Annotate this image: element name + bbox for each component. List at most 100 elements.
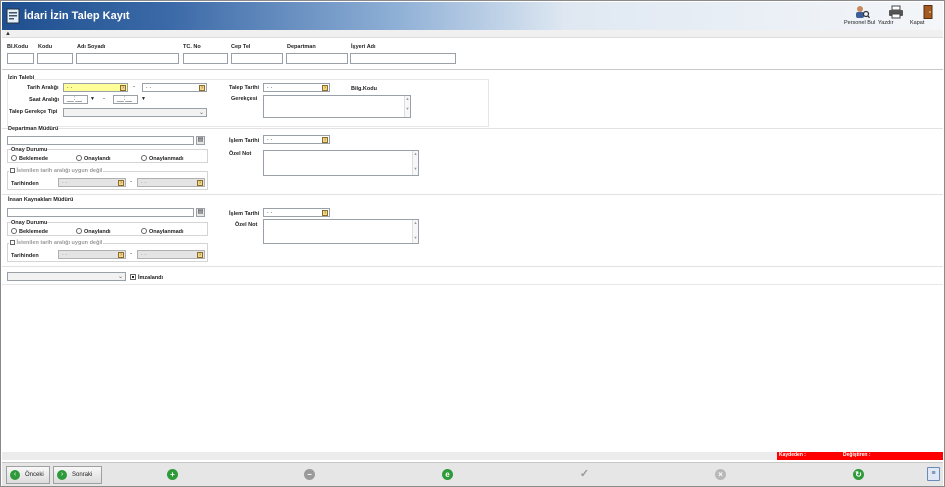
tcno-input[interactable] [183,53,228,64]
divider [2,284,943,285]
refresh-icon[interactable]: ↻ [853,469,864,480]
calendar-icon[interactable]: ? [118,252,124,258]
dept-opt-waiting-label: Beklemede [19,156,49,162]
chevron-down-icon[interactable]: ▼ [90,96,95,102]
person-search-icon [856,6,870,19]
calendar-icon[interactable]: ? [322,137,328,143]
hr-not-suitable-checkbox[interactable] [10,240,15,246]
hr-dates-label: Tarihinden [11,253,39,259]
isyeri-input[interactable] [350,53,456,64]
status-bar [2,452,777,460]
calendar-icon[interactable]: ? [118,180,124,186]
arrow-right-icon: › [57,470,67,480]
scrollbar[interactable]: ▲ ▼ [404,96,410,117]
ceptel-input[interactable] [231,53,283,64]
izin-date-to-input[interactable]: . . ? [142,83,207,92]
print-button[interactable]: Yazdır [878,5,914,29]
dept-date-from-input[interactable]: . . ? [58,178,126,187]
audit-bar: Kaydeden : Değiştiren : [777,452,943,460]
collapse-arrow-icon[interactable]: ▲ [5,31,11,37]
app-icon [6,8,20,24]
hr-process-date-input[interactable]: . . ? [263,208,330,217]
collapse-strip[interactable]: ▲ [2,30,943,38]
request-date-input[interactable]: . . ? [263,83,330,92]
hr-date-to-input[interactable]: . . ? [137,250,205,259]
dept-not-suitable-checkbox[interactable] [10,168,15,174]
dept-radio-approved[interactable] [76,155,82,161]
window-title: İdari İzin Talep Kayıt [24,10,130,22]
hr-opt-rejected-label: Onaylanmadı [149,229,184,235]
dept-radio-rejected[interactable] [141,155,147,161]
signature-select[interactable]: ⌄ [7,272,126,281]
hr-approval-label: Onay Durumu [11,220,48,226]
hr-radio-waiting[interactable] [11,228,17,234]
lookup-button[interactable]: ▤ [196,136,205,145]
close-button[interactable]: Kapat [910,5,945,29]
calendar-icon[interactable]: ? [197,180,203,186]
dept-opt-rejected-label: Onaylanmadı [149,156,184,162]
chevron-down-icon[interactable]: ▼ [141,96,146,102]
reason-textarea[interactable]: ▲ ▼ [263,95,411,118]
scrollbar[interactable]: ▲ ▼ [412,220,418,243]
calendar-icon[interactable]: ? [199,85,205,91]
dept-dates-label: Tarihinden [11,181,39,187]
hr-note-textarea[interactable]: ▲ ▼ [263,219,419,244]
signed-checkbox[interactable] [130,274,136,280]
hr-process-date-label: İşlem Tarihi [229,211,260,217]
window: İdari İzin Talep Kayıt Personel Bul Yazd… [0,0,945,487]
arrow-left-icon: ‹ [10,470,20,480]
cancel-icon[interactable]: × [715,469,726,480]
door-exit-icon [923,5,933,19]
chevron-down-icon: ⌄ [117,274,123,280]
dept-process-date-input[interactable]: . . ? [263,135,330,144]
blkodu-input[interactable] [7,53,34,64]
time-to-input[interactable]: __:__ [113,95,138,104]
dept-process-date-label: İşlem Tarihi [229,138,260,144]
calendar-icon[interactable]: ? [322,210,328,216]
remove-icon[interactable]: − [304,469,315,480]
dept-not-suitable-caption[interactable]: İstenilen tarih aralığı uygun değil [9,168,104,174]
divider [2,194,943,195]
hr-date-from-input[interactable]: . . ? [58,250,126,259]
add-icon[interactable]: + [167,469,178,480]
signed-label: İmzalandı [138,275,164,281]
range-dash: - [130,251,132,257]
adisoyadi-input[interactable] [76,53,179,64]
dept-note-textarea[interactable]: ▲ ▼ [263,150,419,176]
izin-date-from-input[interactable]: . . ? [63,83,128,92]
divider [2,266,943,267]
calendar-icon[interactable]: ? [120,85,126,91]
printer-icon [889,5,903,19]
dept-date-to-input[interactable]: . . ? [137,178,205,187]
dept-radio-waiting[interactable] [11,155,17,161]
calendar-icon[interactable]: ? [322,85,328,91]
dept-manager-input[interactable] [7,136,194,145]
header-label-kodu: Kodu [38,44,53,50]
next-button[interactable]: › Sonraki [53,466,102,484]
previous-button[interactable]: ‹ Önceki [6,466,50,484]
kodu-input[interactable] [37,53,73,64]
hr-note-label: Özel Not [235,222,258,228]
range-dash: - [133,84,135,90]
modified-by-label: Değiştiren : [843,452,871,458]
reason-type-select[interactable]: ⌄ [63,108,207,117]
header-label-ceptel: Cep Tel [231,44,251,50]
time-range-label: Saat Aralığı [29,97,60,103]
find-personnel-button[interactable]: Personel Bul [844,5,880,29]
calendar-icon[interactable]: ? [197,252,203,258]
hr-not-suitable-caption[interactable]: İstenilen tarih aralığı uygun değil [9,240,104,246]
time-from-input[interactable]: __:__ [63,95,88,104]
list-view-icon[interactable]: ≡ [927,467,940,481]
edit-icon[interactable]: e [442,469,453,480]
scrollbar[interactable]: ▲ ▼ [412,151,418,175]
hr-manager-input[interactable] [7,208,194,217]
hr-radio-rejected[interactable] [141,228,147,234]
request-date-label: Talep Tarihi [229,85,260,91]
chevron-down-icon: ⌄ [198,110,204,116]
check-icon[interactable]: ✓ [579,469,590,480]
departman-input[interactable] [286,53,348,64]
hr-radio-approved[interactable] [76,228,82,234]
created-by-label: Kaydeden : [779,452,806,458]
izin-section-title: İzin Talebi [8,75,35,81]
lookup-button[interactable]: ▤ [196,208,205,217]
